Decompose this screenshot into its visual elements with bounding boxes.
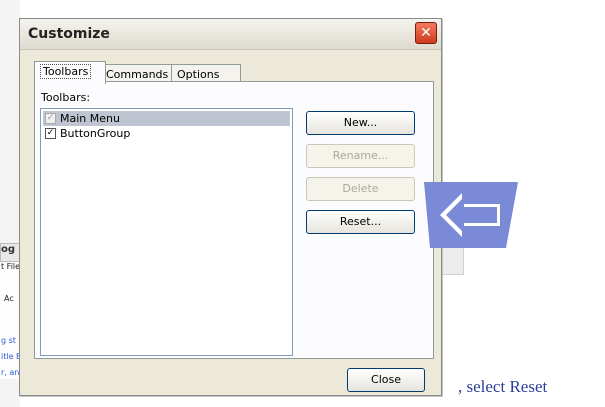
new-button[interactable]: New...	[306, 111, 415, 135]
list-item[interactable]: ✓ Main Menu	[43, 111, 290, 126]
background-fragment: r, an	[1, 368, 20, 377]
rename-button[interactable]: Rename...	[306, 144, 415, 168]
toolbars-label: Toolbars:	[41, 91, 91, 104]
close-icon[interactable]: ✕	[415, 22, 437, 44]
resize-grip	[440, 245, 464, 275]
background-fragment: g st	[1, 336, 16, 345]
list-item[interactable]: ✓ ButtonGroup	[43, 126, 290, 141]
delete-button[interactable]: Delete	[306, 177, 415, 201]
left-arrow-icon	[424, 182, 518, 248]
checkbox-checked-icon[interactable]: ✓	[45, 113, 56, 124]
background-fragment: Ac	[4, 294, 14, 303]
close-button[interactable]: Close	[347, 368, 425, 392]
reset-button[interactable]: Reset...	[306, 210, 415, 234]
list-item-label: Main Menu	[60, 112, 120, 125]
instruction-caption: , select Reset	[458, 377, 548, 396]
toolbars-list[interactable]: ✓ Main Menu ✓ ButtonGroup	[40, 108, 293, 356]
background-fragment: t File	[1, 262, 21, 271]
customize-dialog: Customize ✕ Toolbars Commands Options To…	[19, 18, 442, 396]
toolbars-panel: Toolbars: ✓ Main Menu ✓ ButtonGroup New.…	[34, 81, 434, 359]
list-item-label: ButtonGroup	[60, 127, 131, 140]
tab-toolbars[interactable]: Toolbars	[34, 61, 106, 84]
title-bar[interactable]: Customize ✕	[20, 19, 441, 50]
checkbox-checked-icon[interactable]: ✓	[45, 128, 56, 139]
dialog-title: Customize	[28, 26, 110, 42]
